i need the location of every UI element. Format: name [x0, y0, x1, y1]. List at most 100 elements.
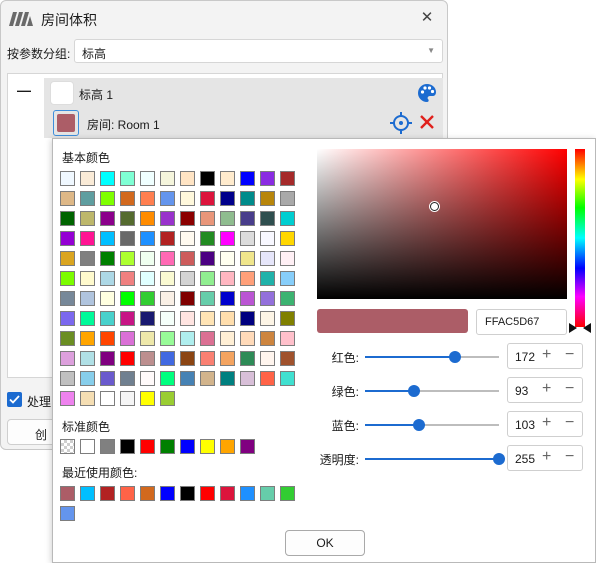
basic-color-swatch[interactable]: [220, 311, 235, 326]
room-color-swatch[interactable]: [53, 110, 79, 136]
basic-color-swatch[interactable]: [60, 331, 75, 346]
basic-color-swatch[interactable]: [140, 331, 155, 346]
basic-color-swatch[interactable]: [160, 311, 175, 326]
standard-color-swatch[interactable]: [200, 439, 215, 454]
basic-color-swatch[interactable]: [220, 171, 235, 186]
basic-color-swatch[interactable]: [220, 211, 235, 226]
basic-color-swatch[interactable]: [260, 271, 275, 286]
plus-icon[interactable]: +: [542, 448, 551, 466]
basic-color-swatch[interactable]: [100, 211, 115, 226]
basic-color-swatch[interactable]: [240, 371, 255, 386]
basic-color-swatch[interactable]: [260, 171, 275, 186]
basic-color-swatch[interactable]: [180, 231, 195, 246]
channel-value-input[interactable]: 255 + −: [507, 445, 583, 471]
recent-color-swatch[interactable]: [80, 486, 95, 501]
basic-color-swatch[interactable]: [160, 391, 175, 406]
basic-color-swatch[interactable]: [60, 271, 75, 286]
basic-color-swatch[interactable]: [260, 251, 275, 266]
basic-color-swatch[interactable]: [120, 271, 135, 286]
close-button[interactable]: ✕: [413, 5, 441, 31]
recent-color-swatch[interactable]: [120, 486, 135, 501]
basic-color-swatch[interactable]: [140, 271, 155, 286]
process-checkbox[interactable]: [7, 392, 22, 407]
basic-color-swatch[interactable]: [180, 331, 195, 346]
basic-color-swatch[interactable]: [200, 271, 215, 286]
basic-color-swatch[interactable]: [280, 351, 295, 366]
channel-slider-thumb[interactable]: [407, 385, 420, 397]
basic-color-swatch[interactable]: [280, 371, 295, 386]
basic-color-swatch[interactable]: [80, 391, 95, 406]
basic-color-swatch[interactable]: [100, 371, 115, 386]
basic-color-swatch[interactable]: [160, 371, 175, 386]
standard-color-swatch[interactable]: [140, 439, 155, 454]
basic-color-swatch[interactable]: [140, 351, 155, 366]
basic-color-swatch[interactable]: [100, 331, 115, 346]
basic-color-swatch[interactable]: [240, 331, 255, 346]
basic-color-swatch[interactable]: [120, 171, 135, 186]
basic-color-swatch[interactable]: [260, 231, 275, 246]
basic-color-swatch[interactable]: [180, 371, 195, 386]
basic-color-swatch[interactable]: [180, 171, 195, 186]
recent-color-swatch[interactable]: [280, 486, 295, 501]
hue-marker-right-icon[interactable]: [583, 323, 591, 333]
standard-color-swatch[interactable]: [100, 439, 115, 454]
collapse-icon[interactable]: —: [17, 82, 31, 98]
basic-color-swatch[interactable]: [260, 291, 275, 306]
minus-icon[interactable]: −: [565, 448, 574, 466]
recent-color-swatch[interactable]: [180, 486, 195, 501]
basic-color-swatch[interactable]: [260, 351, 275, 366]
ok-button[interactable]: OK: [285, 530, 365, 556]
hue-marker-left-icon[interactable]: [569, 323, 577, 333]
hex-input[interactable]: FFAC5D67: [476, 309, 567, 335]
basic-color-swatch[interactable]: [80, 171, 95, 186]
basic-color-swatch[interactable]: [160, 251, 175, 266]
basic-color-swatch[interactable]: [280, 251, 295, 266]
basic-color-swatch[interactable]: [200, 331, 215, 346]
basic-color-swatch[interactable]: [160, 331, 175, 346]
basic-color-swatch[interactable]: [100, 191, 115, 206]
basic-color-swatch[interactable]: [60, 371, 75, 386]
basic-color-swatch[interactable]: [60, 391, 75, 406]
basic-color-swatch[interactable]: [260, 191, 275, 206]
basic-color-swatch[interactable]: [220, 371, 235, 386]
basic-color-swatch[interactable]: [80, 251, 95, 266]
minus-icon[interactable]: −: [565, 414, 574, 432]
basic-color-swatch[interactable]: [120, 231, 135, 246]
color-cursor[interactable]: [430, 202, 439, 211]
delete-icon[interactable]: [418, 113, 436, 131]
recent-color-swatch[interactable]: [260, 486, 275, 501]
basic-color-swatch[interactable]: [220, 251, 235, 266]
basic-color-swatch[interactable]: [240, 191, 255, 206]
recent-color-swatch[interactable]: [60, 486, 75, 501]
basic-color-swatch[interactable]: [200, 351, 215, 366]
basic-color-swatch[interactable]: [60, 291, 75, 306]
basic-color-swatch[interactable]: [240, 351, 255, 366]
basic-color-swatch[interactable]: [220, 191, 235, 206]
recent-color-swatch[interactable]: [60, 506, 75, 521]
basic-color-swatch[interactable]: [140, 311, 155, 326]
basic-color-swatch[interactable]: [180, 351, 195, 366]
basic-color-swatch[interactable]: [200, 191, 215, 206]
basic-color-swatch[interactable]: [80, 271, 95, 286]
standard-color-swatch[interactable]: [160, 439, 175, 454]
channel-slider[interactable]: [365, 419, 499, 431]
basic-color-swatch[interactable]: [140, 191, 155, 206]
basic-color-swatch[interactable]: [240, 211, 255, 226]
basic-color-swatch[interactable]: [200, 231, 215, 246]
basic-color-swatch[interactable]: [240, 171, 255, 186]
basic-color-swatch[interactable]: [60, 171, 75, 186]
basic-color-swatch[interactable]: [120, 351, 135, 366]
channel-value-input[interactable]: 172 + −: [507, 343, 583, 369]
basic-color-swatch[interactable]: [60, 191, 75, 206]
basic-color-swatch[interactable]: [100, 231, 115, 246]
basic-color-swatch[interactable]: [220, 231, 235, 246]
basic-color-swatch[interactable]: [80, 291, 95, 306]
channel-slider-thumb[interactable]: [413, 419, 426, 431]
standard-color-swatch[interactable]: [240, 439, 255, 454]
basic-color-swatch[interactable]: [140, 371, 155, 386]
tree-item-level[interactable]: 标高 1: [44, 78, 443, 108]
channel-slider[interactable]: [365, 453, 505, 465]
basic-color-swatch[interactable]: [220, 351, 235, 366]
channel-value-input[interactable]: 103 + −: [507, 411, 583, 437]
palette-icon[interactable]: [417, 83, 437, 103]
